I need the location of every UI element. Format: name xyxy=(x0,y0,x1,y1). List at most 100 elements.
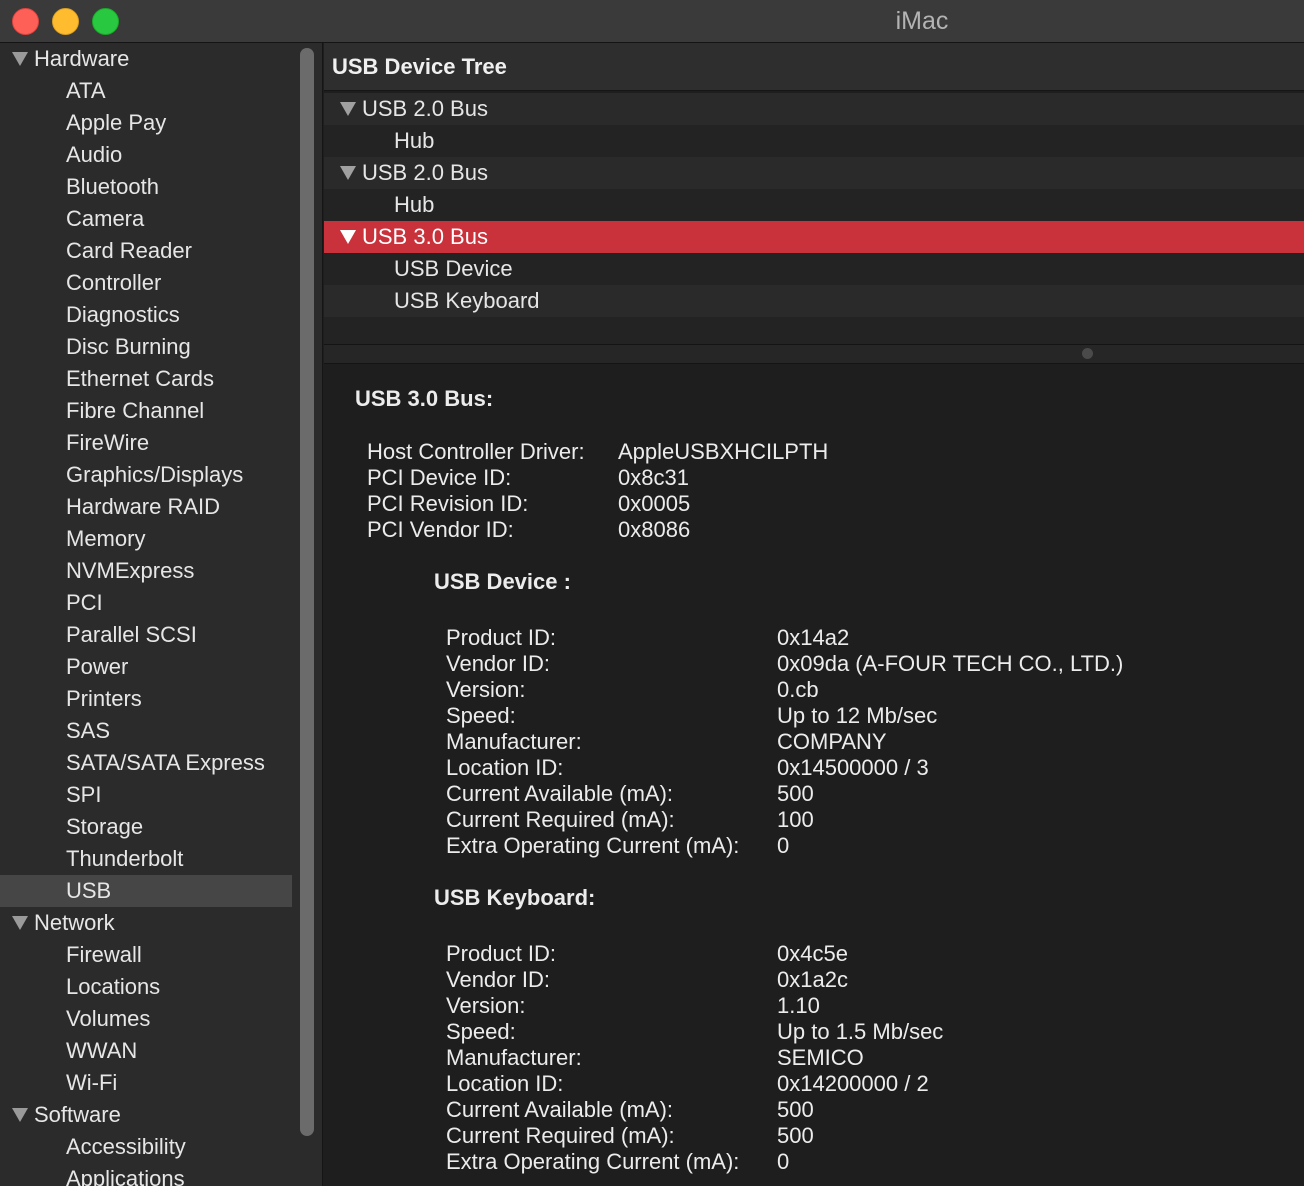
property-key: Current Available (mA): xyxy=(446,1097,674,1122)
property-key: Version: xyxy=(446,993,526,1018)
property-value: 0x09da (A-FOUR TECH CO., LTD.) xyxy=(777,651,1124,676)
sidebar-item-card-reader[interactable]: Card Reader xyxy=(0,235,292,267)
sidebar-item-sas[interactable]: SAS xyxy=(0,715,292,747)
property-value: 100 xyxy=(777,807,814,832)
property-value: 0.cb xyxy=(777,677,819,702)
tree-row-usb-3-0-bus[interactable]: USB 3.0 Bus xyxy=(324,221,1304,253)
disclosure-triangle-icon[interactable] xyxy=(340,102,356,116)
sidebar-group-label: Software xyxy=(34,1102,121,1127)
sidebar-item-diagnostics[interactable]: Diagnostics xyxy=(0,299,292,331)
detail-title: USB 3.0 Bus: xyxy=(355,386,494,411)
property-key: Vendor ID: xyxy=(446,967,550,992)
property-value: 0x8086 xyxy=(618,517,691,542)
disclosure-triangle-icon[interactable] xyxy=(12,916,28,930)
sidebar-item-usb[interactable]: USB xyxy=(0,875,292,907)
sidebar-item-pci[interactable]: PCI xyxy=(0,587,292,619)
property-key: Current Required (mA): xyxy=(446,807,675,832)
splitter-handle-icon[interactable] xyxy=(1082,348,1093,359)
property-key: Manufacturer: xyxy=(446,1045,582,1070)
detail-pane: USB 3.0 Bus: Host Controller Driver: Appl… xyxy=(324,364,1304,1186)
property-value: COMPANY xyxy=(777,729,887,754)
sidebar-item-hardware-raid[interactable]: Hardware RAID xyxy=(0,491,292,523)
property-value: SEMICO xyxy=(777,1045,864,1070)
property-value: 0x14a2 xyxy=(777,625,850,650)
sidebar-item-printers[interactable]: Printers xyxy=(0,683,292,715)
property-value: AppleUSBXHCILPTH xyxy=(618,439,829,464)
tree-row-usb-device[interactable]: USB Device xyxy=(324,253,1304,285)
sidebar-group-hardware[interactable]: Hardware xyxy=(0,43,292,75)
tree-row-label: USB 3.0 Bus xyxy=(362,224,488,249)
tree-row-label: USB 2.0 Bus xyxy=(362,96,488,121)
tree-row-usb-2-0-bus[interactable]: USB 2.0 Bus xyxy=(324,93,1304,125)
sidebar-item-memory[interactable]: Memory xyxy=(0,523,292,555)
property-key: Speed: xyxy=(446,1019,516,1044)
property-key: PCI Device ID: xyxy=(367,465,512,490)
property-key: Product ID: xyxy=(446,941,557,966)
sidebar-item-controller[interactable]: Controller xyxy=(0,267,292,299)
sidebar-item-thunderbolt[interactable]: Thunderbolt xyxy=(0,843,292,875)
property-key: Location ID: xyxy=(446,755,564,780)
property-key: Product ID: xyxy=(446,625,557,650)
window-title: iMac xyxy=(895,7,949,35)
sidebar-scrollbar-thumb[interactable] xyxy=(300,48,314,1136)
property-key: Current Required (mA): xyxy=(446,1123,675,1148)
title-bar: iMac xyxy=(0,0,1304,43)
tree-row-label: USB 2.0 Bus xyxy=(362,160,488,185)
sidebar-item-sata-sata-express[interactable]: SATA/SATA Express xyxy=(0,747,292,779)
tree-row-usb-2-0-bus[interactable]: USB 2.0 Bus xyxy=(324,157,1304,189)
sidebar-item-apple-pay[interactable]: Apple Pay xyxy=(0,107,292,139)
sidebar-item-fibre-channel[interactable]: Fibre Channel xyxy=(0,395,292,427)
tree-empty-row xyxy=(324,317,1304,345)
sidebar-item-nvmexpress[interactable]: NVMExpress xyxy=(0,555,292,587)
disclosure-triangle-icon[interactable] xyxy=(340,230,356,244)
sidebar-item-parallel-scsi[interactable]: Parallel SCSI xyxy=(0,619,292,651)
property-key: Version: xyxy=(446,677,526,702)
property-value: Up to 1.5 Mb/sec xyxy=(777,1019,944,1044)
disclosure-triangle-icon[interactable] xyxy=(12,52,28,66)
property-value: 0x1a2c xyxy=(777,967,848,992)
tree-row-hub[interactable]: Hub xyxy=(324,189,1304,221)
property-key: Vendor ID: xyxy=(446,651,550,676)
tree-row-hub[interactable]: Hub xyxy=(324,125,1304,157)
sidebar-item-bluetooth[interactable]: Bluetooth xyxy=(0,171,292,203)
sidebar-item-disc-burning[interactable]: Disc Burning xyxy=(0,331,292,363)
sidebar-item-wi-fi[interactable]: Wi-Fi xyxy=(0,1067,292,1099)
property-value: 0 xyxy=(777,1149,790,1174)
sidebar-item-applications[interactable]: Applications xyxy=(0,1163,292,1186)
sidebar-item-camera[interactable]: Camera xyxy=(0,203,292,235)
property-key: PCI Revision ID: xyxy=(367,491,529,516)
sidebar-item-ata[interactable]: ATA xyxy=(0,75,292,107)
property-key: Extra Operating Current (mA): xyxy=(446,833,740,858)
property-key: Location ID: xyxy=(446,1071,564,1096)
sidebar-group-label: Network xyxy=(34,910,115,935)
tree-header: USB Device Tree xyxy=(324,43,1304,91)
sidebar: Hardware ATA Apple Pay Audio Bluetooth Camera… xyxy=(0,43,292,1186)
property-value: 0x14200000 / 2 xyxy=(777,1071,929,1096)
sidebar-group-network[interactable]: Network xyxy=(0,907,292,939)
sidebar-item-power[interactable]: Power xyxy=(0,651,292,683)
property-key: Manufacturer: xyxy=(446,729,582,754)
sidebar-item-wwan[interactable]: WWAN xyxy=(0,1035,292,1067)
disclosure-triangle-icon[interactable] xyxy=(340,166,356,180)
property-key: Host Controller Driver: xyxy=(367,439,585,464)
tree-row-label: USB Device xyxy=(394,256,513,281)
sidebar-item-ethernet-cards[interactable]: Ethernet Cards xyxy=(0,363,292,395)
sidebar-item-locations[interactable]: Locations xyxy=(0,971,292,1003)
sidebar-item-spi[interactable]: SPI xyxy=(0,779,292,811)
sidebar-item-firewall[interactable]: Firewall xyxy=(0,939,292,971)
sidebar-item-graphics-displays[interactable]: Graphics/Displays xyxy=(0,459,292,491)
property-key: Current Available (mA): xyxy=(446,781,674,806)
sidebar-item-storage[interactable]: Storage xyxy=(0,811,292,843)
sidebar-item-audio[interactable]: Audio xyxy=(0,139,292,171)
sidebar-item-volumes[interactable]: Volumes xyxy=(0,1003,292,1035)
sidebar-group-software[interactable]: Software xyxy=(0,1099,292,1131)
property-value: 0 xyxy=(777,833,790,858)
split-divider[interactable] xyxy=(324,344,1304,364)
sidebar-item-accessibility[interactable]: Accessibility xyxy=(0,1131,292,1163)
sidebar-item-firewire[interactable]: FireWire xyxy=(0,427,292,459)
disclosure-triangle-icon[interactable] xyxy=(12,1108,28,1122)
tree-row-label: Hub xyxy=(394,128,435,153)
property-value: 0x0005 xyxy=(618,491,691,516)
tree-row-usb-keyboard[interactable]: USB Keyboard xyxy=(324,285,1304,317)
device-section-title: USB Keyboard: xyxy=(434,885,596,910)
